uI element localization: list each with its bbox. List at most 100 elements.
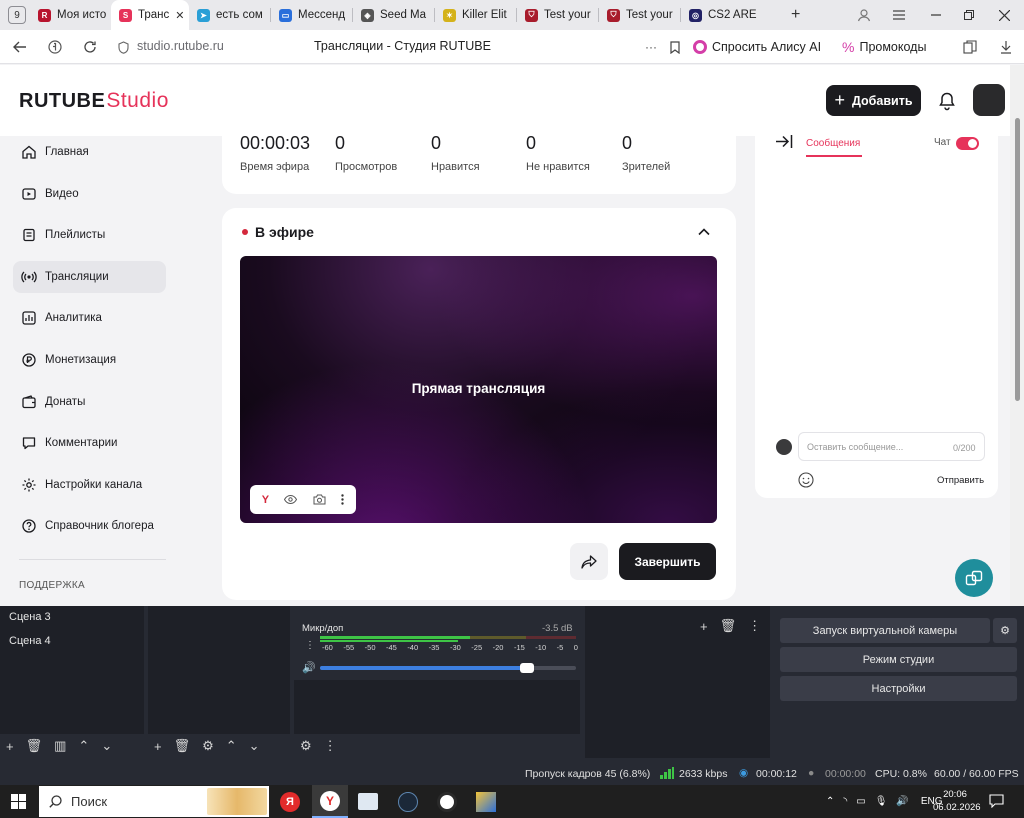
close-tab-icon[interactable]: ✕ [175,9,184,22]
browser-tab[interactable]: ◎ CS2 ARE [681,0,762,30]
rutube-studio-logo[interactable]: RUTUBEStudio [19,89,169,113]
collections-icon[interactable] [960,30,980,64]
share-button[interactable] [570,543,608,580]
promo-button[interactable]: % Промокоды [842,36,926,58]
url-text[interactable]: studio.rutube.ru [137,39,224,53]
yandex-app-icon[interactable]: Я [280,792,300,812]
game-launcher-icon[interactable] [476,792,496,812]
eye-icon[interactable] [284,495,298,504]
tab-count-badge[interactable]: 9 [8,6,26,24]
speaker-icon[interactable]: 🔊 [302,661,316,674]
mixer-menu-icon[interactable]: ⋮ [305,640,315,651]
camera-icon[interactable] [313,494,326,505]
more-vertical-icon[interactable] [341,494,344,505]
restore-icon[interactable] [964,0,974,30]
wifi-icon[interactable]: ◝ [843,796,847,807]
sidebar-item[interactable]: Главная [13,136,166,168]
sidebar-item[interactable]: Комментарии [13,427,166,459]
obs-icon[interactable] [437,792,457,812]
taskbar-search[interactable]: Поиск [39,786,269,817]
speaker-tray-icon[interactable]: 🔊 [896,796,908,807]
browser-menu-icon[interactable] [893,0,905,30]
windows-start-icon[interactable] [11,794,26,812]
browser-tab[interactable]: S Транс ✕ [111,0,189,30]
more-vertical-icon[interactable]: ⋮ [324,738,337,754]
browser-tab[interactable]: ⛉ Test your [599,0,680,30]
studio-mode-button[interactable]: Режим студии [780,647,1017,672]
file-explorer-icon[interactable] [358,793,378,810]
browser-tab[interactable]: ➤ есть сом [189,0,270,30]
sidebar-item[interactable]: Трансляции [13,260,166,293]
alice-button[interactable]: Спросить Алису AI [693,36,821,58]
browser-tab[interactable]: ⛉ Test your [517,0,598,30]
minimize-icon[interactable] [931,0,941,30]
sidebar-item[interactable]: Аналитика [13,302,166,334]
virtual-camera-button[interactable]: Запуск виртуальной камеры [780,618,990,643]
avatar[interactable] [973,84,1005,116]
scene-item[interactable]: Сцена 4 [9,635,51,647]
yandex-browser-taskbar-item[interactable]: Y [312,785,348,818]
floating-help-button[interactable] [955,559,993,597]
browser-tab[interactable]: ◈ Seed Ma [353,0,434,30]
end-stream-button[interactable]: Завершить [619,543,716,580]
filter-icon[interactable]: ▥ [54,738,66,754]
gear-icon[interactable]: ⚙ [202,738,214,754]
collapse-panel-icon[interactable] [775,134,793,149]
browser-tab[interactable]: ▭ Мессенд [271,0,352,30]
wallet-icon [22,394,36,408]
add-icon[interactable]: + [700,619,708,634]
browser-tab[interactable]: R Моя исто [30,0,111,30]
back-icon[interactable] [10,30,30,64]
emoji-icon[interactable] [798,472,814,488]
sidebar-item[interactable]: Донаты [13,386,166,418]
sidebar-item[interactable]: Плейлисты [13,219,166,251]
site-info-icon[interactable] [115,30,131,64]
trash-icon[interactable]: 🗑 [720,618,737,634]
chevron-up-icon[interactable]: ⌃ [78,738,89,754]
yandex-icon[interactable]: Y [262,494,269,506]
yandex-icon[interactable] [45,30,65,64]
monitor-icon[interactable]: ▭ [856,796,865,807]
notification-icon[interactable] [989,794,1004,811]
add-button[interactable]: + Добавить [826,85,921,116]
chevron-up-icon[interactable]: ⌃ [226,738,237,754]
tray-expand-icon[interactable]: ⌃ [826,796,834,807]
new-tab-button[interactable]: + [791,0,800,30]
chat-toggle[interactable] [956,137,979,150]
sidebar-item[interactable]: Видео [13,178,166,210]
volume-slider[interactable] [320,663,576,673]
video-player[interactable]: Прямая трансляция Y [240,256,717,523]
close-window-icon[interactable] [999,0,1010,30]
more-vertical-icon[interactable]: ⋮ [748,618,761,634]
chevron-down-icon[interactable]: ⌄ [101,738,112,754]
virtual-camera-settings-button[interactable]: ⚙ [993,618,1017,643]
scene-item[interactable]: Сцена 3 [9,611,51,623]
bookmark-icon[interactable] [665,30,685,64]
reload-icon[interactable] [80,30,100,64]
trash-icon[interactable]: 🗑 [174,738,191,754]
support-link[interactable]: ПОДДЕРЖКА [19,580,85,591]
send-button[interactable]: Отправить [937,475,984,486]
sidebar-item[interactable]: Настройки канала [13,469,166,501]
trash-icon[interactable]: 🗑 [26,738,43,754]
chevron-up-icon[interactable] [696,224,712,240]
page-scrollbar[interactable] [1010,65,1024,606]
steam-icon[interactable] [398,792,418,812]
taskbar-clock[interactable]: 20:06 06.02.2026 [933,789,981,813]
scrollbar-thumb[interactable] [1015,118,1020,401]
add-icon[interactable]: + [6,739,14,754]
settings-button[interactable]: Настройки [780,676,1017,701]
profile-icon[interactable] [857,0,871,30]
chevron-down-icon[interactable]: ⌄ [249,738,260,754]
download-icon[interactable] [996,30,1016,64]
more-icon[interactable]: ··· [641,30,661,64]
add-icon[interactable]: + [154,739,162,754]
bell-icon[interactable] [937,91,957,111]
microphone-icon[interactable]: 🎙 [875,796,888,807]
tab-messages[interactable]: Сообщения [806,138,863,157]
volume-slider-knob[interactable] [520,663,535,673]
gear-icon[interactable]: ⚙ [300,738,312,754]
sidebar-item[interactable]: Монетизация [13,344,166,376]
sidebar-item[interactable]: Справочник блогера [13,510,166,542]
browser-tab[interactable]: ✶ Killer Elit [435,0,516,30]
